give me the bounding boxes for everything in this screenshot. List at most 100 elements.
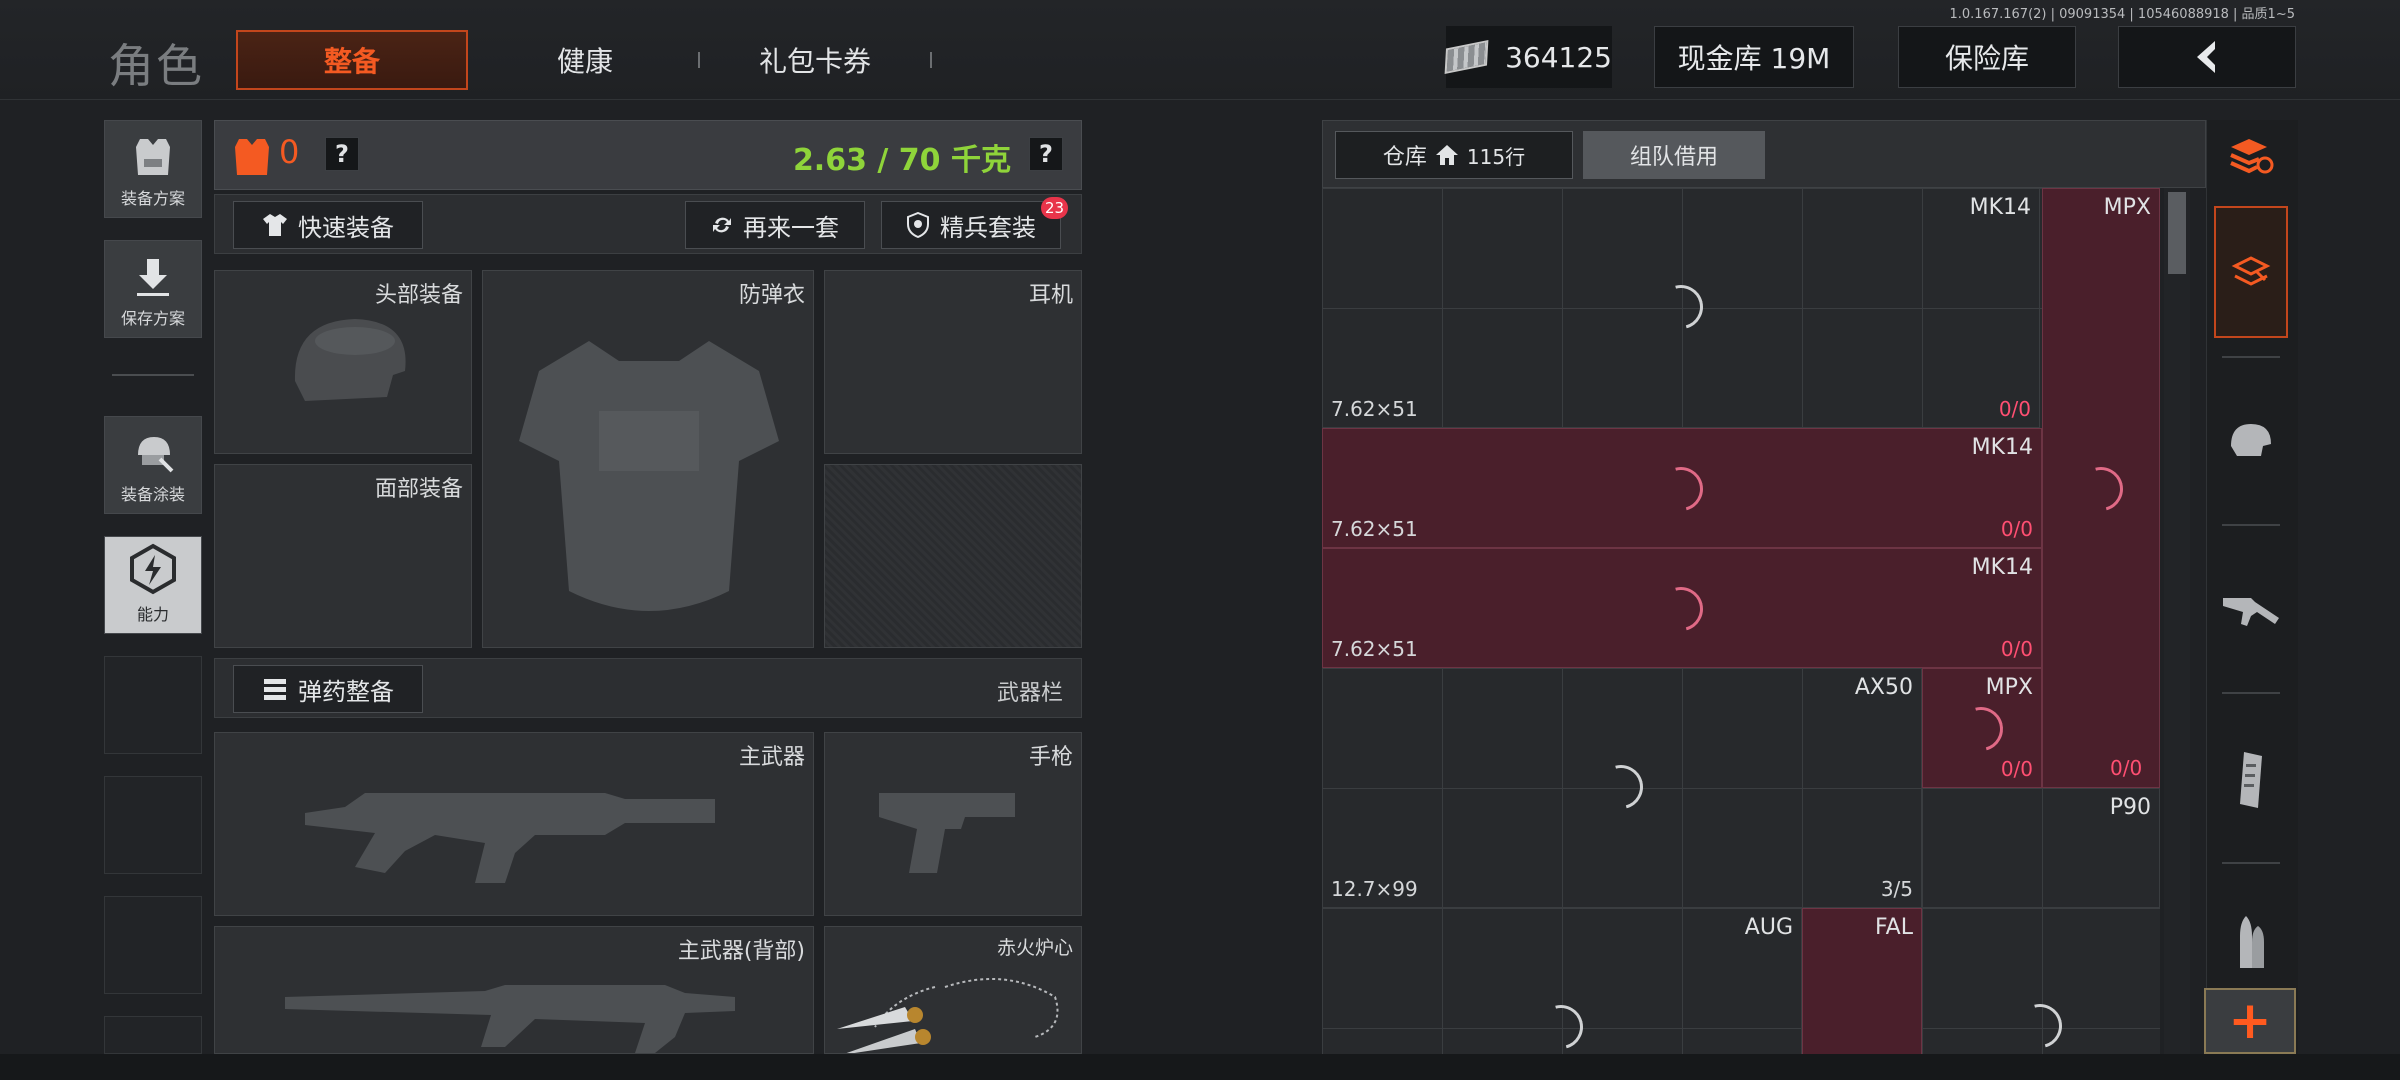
loading-icon (2070, 458, 2132, 520)
rifle-image (305, 793, 715, 883)
page-title: 角色 (108, 39, 204, 93)
layers-refresh-icon (2230, 139, 2274, 174)
nav-equip-plan[interactable]: 装备方案 (104, 120, 202, 218)
nav-divider (112, 374, 194, 376)
category-divider (2222, 862, 2280, 864)
rifle-back-image (285, 985, 735, 1053)
weight-help-button[interactable]: ? (1029, 137, 1063, 171)
storage-item-mpx[interactable]: MPX 0/0 (1922, 668, 2042, 788)
slot-melee[interactable]: 赤火炉心 (824, 926, 1082, 1054)
slot-primary-back[interactable]: 主武器(背部) (214, 926, 814, 1054)
armor-vest-icon (235, 139, 269, 175)
helmet-paint-icon (138, 437, 174, 473)
stack-download-icon (2231, 256, 2271, 286)
shirt-icon (263, 214, 287, 236)
category-rifle-button[interactable] (2214, 570, 2288, 650)
sort-refresh-button[interactable] (2214, 130, 2288, 180)
slot-pistol[interactable]: 手枪 (824, 732, 1082, 916)
elite-set-button[interactable]: 精兵套装 (881, 201, 1061, 249)
category-helmet-button[interactable] (2214, 396, 2288, 484)
body-armor-image (519, 341, 779, 611)
back-button[interactable] (2118, 26, 2296, 88)
add-button[interactable]: + (2204, 988, 2296, 1054)
category-bullet-button[interactable] (2214, 906, 2288, 978)
ammo-icon (264, 679, 286, 700)
again-set-button[interactable]: 再来一套 (685, 201, 865, 249)
refresh-icon (713, 217, 731, 233)
tab-prepare[interactable]: 整备 (236, 30, 468, 90)
equip-header: 0 ? 2.63 / 70 千克 ? (214, 120, 1082, 190)
currency-amount: 364125 (1505, 40, 1612, 74)
tab-health[interactable]: 健康 (520, 30, 650, 90)
nav-empty-slot (104, 776, 202, 874)
storage-item-aug[interactable]: AUG (1322, 908, 1802, 1056)
back-arrow-icon (2197, 41, 2215, 73)
helmet-image (294, 319, 406, 401)
quick-equip-button[interactable]: 快速装备 (233, 201, 423, 249)
slot-body-armor[interactable]: 防弹衣 (482, 270, 814, 648)
category-all-button[interactable] (2214, 206, 2288, 338)
tab-divider (698, 52, 700, 68)
elite-badge: 23 (1041, 197, 1069, 219)
currency-display: 364125 (1444, 26, 1612, 88)
storage-item-mk14[interactable]: MK14 7.62×51 0/0 (1322, 428, 2042, 548)
bottom-bar (0, 1054, 2400, 1080)
helmet-icon (2231, 424, 2271, 456)
category-divider (2222, 356, 2280, 358)
storage-item-fal[interactable]: FAL (1802, 908, 1922, 1056)
nav-empty-slot (104, 656, 202, 754)
storage-header: 仓库 115行 组队借用 (1322, 120, 2206, 188)
category-magazine-button[interactable] (2214, 740, 2288, 820)
armor-count: 0 (279, 133, 300, 171)
nav-empty-slot (104, 896, 202, 994)
weapon-toolbar: 弹药整备 武器栏 (214, 658, 1082, 718)
storage-item-mk14[interactable]: MK14 7.62×51 0/0 (1322, 548, 2042, 668)
nav-equip-paint[interactable]: 装备涂装 (104, 416, 202, 514)
category-divider (2222, 692, 2280, 694)
slot-primary-weapon[interactable]: 主武器 (214, 732, 814, 916)
loading-icon (1650, 578, 1712, 640)
insurance-vault-button[interactable]: 保险库 (1898, 26, 2076, 88)
storage-item-mpx[interactable]: MPX (2042, 188, 2160, 788)
loading-icon (1590, 756, 1652, 818)
ability-icon (130, 543, 176, 595)
weight-display: 2.63 / 70 千克 (792, 143, 1011, 178)
melee-knife-image (837, 978, 1059, 1053)
storage-item-ax50[interactable]: AX50 12.7×99 3/5 (1322, 668, 1922, 908)
storage-tab[interactable]: 仓库 115行 (1335, 131, 1573, 179)
shield-icon (907, 212, 929, 238)
home-icon (1435, 145, 1458, 165)
nav-ability[interactable]: 能力 (104, 536, 202, 634)
loading-icon (1650, 276, 1712, 338)
storage-scroll-thumb[interactable] (2168, 192, 2186, 274)
slot-earpiece[interactable]: 耳机 (824, 270, 1082, 454)
loading-icon (2009, 995, 2071, 1056)
ammo-prepare-button[interactable]: 弹药整备 (233, 665, 423, 713)
rifle-icon (2223, 598, 2279, 626)
tab-gift-cards[interactable]: 礼包卡券 (730, 30, 900, 90)
storage-item-mk14[interactable]: MK14 7.62×51 0/0 (1322, 188, 2040, 428)
team-borrow-tab[interactable]: 组队借用 (1583, 131, 1765, 179)
cash-icon (1444, 40, 1489, 74)
magazine-icon (2240, 752, 2262, 808)
slot-locked (824, 464, 1082, 648)
slot-head[interactable]: 头部装备 (214, 270, 472, 454)
armor-help-button[interactable]: ? (325, 137, 359, 171)
bullet-icon (2240, 916, 2264, 968)
storage-grid: MK14 7.62×51 0/0 MPX MK14 7.62×51 0/0 MK… (1322, 188, 2160, 1056)
vest-icon (136, 139, 170, 175)
download-icon (137, 259, 169, 296)
slot-face[interactable]: 面部装备 (214, 464, 472, 648)
loading-icon (1950, 698, 2012, 760)
mpx-ammo-count: 0/0 (2110, 756, 2143, 780)
nav-empty-slot (104, 1016, 202, 1054)
tab-divider (930, 52, 932, 68)
equip-toolbar: 快速装备 再来一套 精兵套装 23 (214, 194, 1082, 254)
loading-icon (1530, 996, 1592, 1056)
cash-vault-button[interactable]: 现金库 19M (1654, 26, 1854, 88)
pistol-image (879, 793, 1015, 873)
nav-save-plan[interactable]: 保存方案 (104, 240, 202, 338)
storage-item-p90[interactable]: P90 (1922, 788, 2160, 908)
version-info: 1.0.167.167(2) | 09091354 | 10546088918 … (1949, 7, 2296, 22)
storage-scrollbar[interactable] (2164, 188, 2190, 1056)
